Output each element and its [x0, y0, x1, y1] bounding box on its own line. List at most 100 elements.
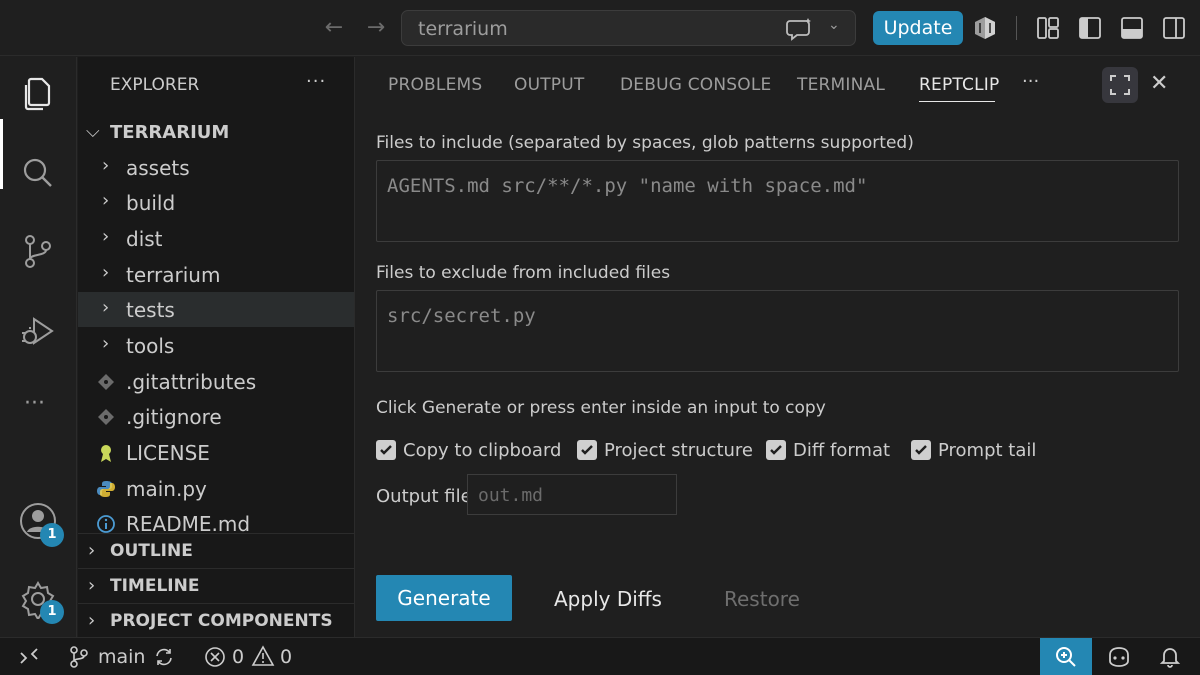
- tree-item-label: dist: [126, 227, 163, 251]
- more-views-icon[interactable]: ···: [24, 391, 45, 416]
- arrow-left-icon[interactable]: ←: [320, 14, 348, 42]
- command-center-search[interactable]: terrarium ⌄: [401, 10, 856, 46]
- include-input[interactable]: AGENTS.md src/**/*.py "name with space.m…: [376, 160, 1179, 242]
- output-file-label: Output file: [376, 486, 472, 507]
- chevron-right-icon: ›: [102, 262, 110, 283]
- checkbox-checked-icon[interactable]: [577, 440, 597, 460]
- branch-name[interactable]: main: [98, 646, 145, 668]
- bottom-panel: PROBLEMS OUTPUT DEBUG CONSOLE TERMINAL R…: [356, 57, 1200, 637]
- checkbox-label: Prompt tail: [938, 440, 1037, 461]
- apply-diffs-button[interactable]: Apply Diffs: [554, 587, 662, 611]
- include-label: Files to include (separated by spaces, g…: [376, 133, 914, 153]
- section-timeline[interactable]: › TIMELINE: [78, 568, 354, 603]
- activity-bar: ··· 1 1: [0, 57, 77, 637]
- hint-text: Click Generate or press enter inside an …: [376, 398, 826, 418]
- copilot-chat-icon[interactable]: [786, 16, 814, 42]
- license-ribbon-icon: [101, 445, 111, 462]
- exclude-label: Files to exclude from included files: [376, 263, 671, 283]
- tree-item-gitignore[interactable]: .gitignore: [78, 399, 354, 434]
- info-icon: [97, 515, 115, 533]
- warning-count[interactable]: 0: [280, 646, 292, 668]
- zoom-button[interactable]: [1040, 638, 1092, 675]
- search-icon[interactable]: [18, 153, 58, 193]
- workspace-root[interactable]: ⌵ TERRARIUM: [78, 119, 354, 149]
- tab-reptclip[interactable]: REPTCLIP: [919, 75, 999, 95]
- generate-button[interactable]: Generate: [376, 575, 512, 621]
- tab-terminal[interactable]: TERMINAL: [797, 75, 885, 95]
- arrow-right-icon[interactable]: →: [362, 14, 390, 42]
- active-tab-underline: [919, 101, 995, 102]
- remote-icon[interactable]: [18, 646, 40, 668]
- accounts-shield-icon[interactable]: [971, 14, 999, 42]
- checkbox-label: Diff format: [793, 440, 891, 461]
- tree-item-gitattributes[interactable]: .gitattributes: [78, 364, 354, 399]
- chevron-right-icon: ›: [88, 575, 96, 596]
- tree-item-label: .gitignore: [126, 405, 222, 429]
- status-bar: main 0 0: [0, 637, 1200, 675]
- chevron-down-icon[interactable]: ⌄: [828, 17, 840, 33]
- chevron-right-icon: ›: [88, 540, 96, 561]
- tree-item-label: build: [126, 191, 176, 215]
- checkbox-label: Copy to clipboard: [403, 440, 562, 461]
- sync-icon[interactable]: [153, 646, 175, 668]
- chevron-right-icon: ›: [102, 297, 110, 318]
- maximize-panel-button[interactable]: [1102, 67, 1138, 103]
- tab-problems[interactable]: PROBLEMS: [388, 75, 482, 95]
- search-text: terrarium: [418, 18, 508, 40]
- section-outline[interactable]: › OUTLINE: [78, 533, 354, 568]
- explorer-title: EXPLORER: [110, 75, 200, 95]
- checkbox-label: Project structure: [604, 440, 753, 461]
- update-button[interactable]: Update: [873, 11, 963, 45]
- toggle-secondary-sidebar-icon[interactable]: [1160, 14, 1188, 42]
- tree-item-label: tools: [126, 334, 175, 358]
- checkbox-checked-icon[interactable]: [376, 440, 396, 460]
- tree-item-tools[interactable]: › tools: [78, 328, 354, 363]
- warning-icon[interactable]: [251, 645, 275, 667]
- section-project-components[interactable]: › PROJECT COMPONENTS: [78, 603, 354, 637]
- tab-output[interactable]: OUTPUT: [514, 75, 585, 95]
- toggle-primary-sidebar-icon[interactable]: [1076, 14, 1104, 42]
- title-bar: ← → terrarium ⌄ Update: [0, 0, 1200, 56]
- copilot-icon[interactable]: [1106, 645, 1132, 669]
- tab-debug-console[interactable]: DEBUG CONSOLE: [620, 75, 771, 95]
- explorer-more-icon[interactable]: ···: [306, 71, 326, 92]
- panel-tabs: PROBLEMS OUTPUT DEBUG CONSOLE TERMINAL R…: [356, 57, 1200, 115]
- accounts-badge: 1: [40, 523, 64, 547]
- zoom-in-icon: [1056, 647, 1076, 667]
- run-debug-icon[interactable]: [18, 311, 58, 351]
- toggle-panel-icon[interactable]: [1118, 14, 1146, 42]
- python-file-icon: [97, 481, 115, 497]
- section-label: OUTLINE: [110, 541, 193, 561]
- explorer-files-icon[interactable]: [18, 73, 58, 113]
- tree-item-license[interactable]: LICENSE: [78, 435, 354, 470]
- tree-item-dist[interactable]: › dist: [78, 221, 354, 256]
- tree-item-label: terrarium: [126, 263, 221, 287]
- git-file-icon: [98, 409, 114, 425]
- tabs-more-icon[interactable]: ···: [1022, 71, 1039, 92]
- chevron-right-icon: ›: [102, 226, 110, 247]
- tree-item-tests[interactable]: › tests: [78, 292, 354, 327]
- error-icon[interactable]: [204, 646, 226, 668]
- tree-item-main-py[interactable]: main.py: [78, 471, 354, 506]
- checkbox-checked-icon[interactable]: [766, 440, 786, 460]
- checkbox-checked-icon[interactable]: [911, 440, 931, 460]
- source-control-icon[interactable]: [18, 231, 58, 271]
- close-panel-icon[interactable]: ✕: [1150, 71, 1168, 96]
- notifications-bell-icon[interactable]: [1158, 645, 1182, 669]
- tree-item-assets[interactable]: › assets: [78, 150, 354, 185]
- section-label: TIMELINE: [110, 576, 200, 596]
- chevron-right-icon: ›: [102, 190, 110, 211]
- tree-item-terrarium[interactable]: › terrarium: [78, 257, 354, 292]
- exclude-placeholder: src/secret.py: [387, 305, 536, 327]
- tree-item-build[interactable]: › build: [78, 185, 354, 220]
- chevron-right-icon: ›: [102, 155, 110, 176]
- customize-layout-icon[interactable]: [1034, 14, 1062, 42]
- active-indicator: [0, 119, 3, 189]
- output-file-input[interactable]: out.md: [467, 474, 677, 515]
- git-branch-icon[interactable]: [68, 645, 90, 669]
- error-count[interactable]: 0: [232, 646, 244, 668]
- exclude-input[interactable]: src/secret.py: [376, 290, 1179, 372]
- restore-button[interactable]: Restore: [724, 587, 800, 611]
- tree-item-label: .gitattributes: [126, 370, 257, 394]
- maximize-icon: [1110, 75, 1130, 95]
